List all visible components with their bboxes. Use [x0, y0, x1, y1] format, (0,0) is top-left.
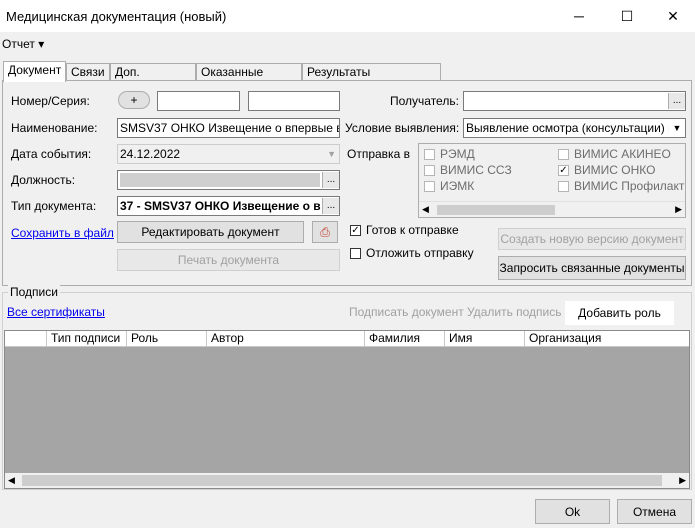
send-option-label: РЭМД: [440, 147, 475, 161]
document-tab-page: Номер/Серия: + Наименование: SMSV37 ОНКО…: [2, 80, 692, 286]
tab-services[interactable]: Оказанные услуги: [196, 63, 302, 96]
ok-button[interactable]: Ok: [535, 499, 610, 524]
tab-links[interactable]: Связи: [66, 63, 110, 80]
detection-condition-select[interactable]: Выявление осмотра (консультации) пац ▼: [463, 118, 686, 138]
send-option-checkbox[interactable]: ✓: [558, 164, 569, 176]
postpone-send-label: Отложить отправку: [366, 246, 474, 260]
send-option-checkbox[interactable]: [424, 180, 435, 192]
send-option-label: ВИМИС Профилактик: [574, 179, 686, 193]
scroll-left-icon[interactable]: ◀: [422, 204, 429, 215]
tab-registration-results[interactable]: Результаты регистрации: [302, 63, 441, 96]
scroll-left-icon[interactable]: ◀: [8, 475, 15, 486]
send-option-checkbox[interactable]: [558, 180, 569, 192]
event-date-field[interactable]: 24.12.2022 ▼: [117, 144, 340, 164]
send-option-vimis-prof[interactable]: ВИМИС Профилактик: [558, 179, 686, 193]
position-picker-button[interactable]: ...: [322, 172, 339, 188]
send-option-checkbox[interactable]: [558, 148, 569, 160]
dropdown-arrow-icon[interactable]: ▼: [327, 145, 336, 163]
send-option-label: ВИМИС ССЗ: [440, 163, 512, 177]
sign-document-button[interactable]: Подписать документ: [349, 305, 464, 319]
doctype-label: Тип документа:: [11, 199, 97, 213]
recipient-picker-button[interactable]: ...: [668, 93, 685, 109]
ready-to-send-checkbox[interactable]: ✓: [350, 224, 361, 236]
report-menu[interactable]: Отчет ▾: [2, 37, 44, 51]
position-field[interactable]: ...: [117, 170, 340, 190]
send-option-checkbox[interactable]: [424, 164, 435, 176]
table-horizontal-scrollbar[interactable]: ◀ ▶: [5, 473, 689, 488]
scrollbar-thumb[interactable]: [437, 205, 555, 215]
ready-to-send-checkbox-row[interactable]: ✓ Готов к отправке: [350, 223, 459, 237]
send-option-label: ИЭМК: [440, 179, 475, 193]
send-option-vimis-akineo[interactable]: ВИМИС АКИНЕО: [558, 147, 671, 161]
send-to-label: Отправка в: [347, 147, 410, 161]
signatures-table: Тип подписи Роль Автор Фамилия Имя Орган…: [4, 330, 690, 489]
postpone-send-checkbox-row[interactable]: Отложить отправку: [350, 246, 474, 260]
column-header-first-name[interactable]: Имя: [445, 331, 525, 346]
name-field[interactable]: SMSV37 ОНКО Извещение о впервые выяв: [117, 118, 340, 138]
signatures-group-label: Подписи: [8, 285, 60, 299]
scroll-right-icon[interactable]: ▶: [675, 204, 682, 215]
send-targets-list: РЭМД ВИМИС АКИНЕО ВИМИС ССЗ ✓ ВИМИС ОНКО…: [418, 143, 686, 218]
maximize-icon[interactable]: ☐: [605, 0, 649, 32]
event-date-value: 24.12.2022: [120, 147, 181, 161]
column-header-role[interactable]: Роль: [127, 331, 207, 346]
all-certificates-link[interactable]: Все сертификаты: [7, 305, 105, 319]
ready-to-send-label: Готов к отправке: [366, 223, 459, 237]
request-related-docs-button[interactable]: Запросить связанные документы: [498, 256, 686, 280]
scroll-right-icon[interactable]: ▶: [679, 475, 686, 486]
title-bar: Медицинская документация (новый) ─ ☐ ✕: [0, 0, 695, 32]
doctype-picker-button[interactable]: ...: [322, 198, 339, 214]
pdf-icon[interactable]: ⎙: [312, 221, 338, 243]
column-header-organization[interactable]: Организация: [525, 331, 689, 346]
cancel-button[interactable]: Отмена: [617, 499, 692, 524]
series-field[interactable]: [248, 91, 340, 111]
name-label: Наименование:: [11, 121, 98, 135]
tab-extra-attributes[interactable]: Доп. атрибуты: [110, 63, 196, 96]
send-option-label: ВИМИС ОНКО: [574, 163, 656, 177]
send-option-vimis-ssz[interactable]: ВИМИС ССЗ: [424, 163, 512, 177]
minimize-icon[interactable]: ─: [557, 0, 601, 32]
column-header-last-name[interactable]: Фамилия: [365, 331, 445, 346]
window-title: Медицинская документация (новый): [6, 9, 227, 24]
menu-bar: Отчет ▾: [0, 33, 695, 55]
doctype-value: 37 - SMSV37 ОНКО Извещение о в: [120, 199, 321, 213]
create-new-version-button[interactable]: Создать новую версию документ: [498, 228, 686, 250]
chevron-down-icon[interactable]: ▼: [669, 119, 685, 137]
add-number-button[interactable]: +: [118, 91, 150, 109]
column-header-sign-type[interactable]: Тип подписи: [47, 331, 127, 346]
event-date-label: Дата события:: [11, 147, 92, 161]
column-header-author[interactable]: Автор: [207, 331, 365, 346]
send-option-remd[interactable]: РЭМД: [424, 147, 475, 161]
horizontal-scrollbar[interactable]: ◀ ▶: [419, 201, 685, 217]
recipient-label: Получатель:: [390, 94, 459, 108]
delete-signature-button[interactable]: Удалить подпись: [467, 305, 562, 319]
number-series-label: Номер/Серия:: [11, 94, 90, 108]
tab-document[interactable]: Документ: [3, 61, 66, 82]
send-option-checkbox[interactable]: [424, 148, 435, 160]
scrollbar-thumb[interactable]: [22, 475, 662, 486]
position-label: Должность:: [11, 173, 76, 187]
save-to-file-link[interactable]: Сохранить в файл: [11, 226, 114, 240]
detection-condition-value: Выявление осмотра (консультации) пац: [466, 121, 686, 135]
print-document-button[interactable]: Печать документа: [117, 249, 340, 271]
redacted-value: [120, 173, 320, 187]
recipient-field[interactable]: ...: [463, 91, 686, 111]
doctype-field[interactable]: 37 - SMSV37 ОНКО Извещение о в ...: [117, 196, 340, 216]
send-option-label: ВИМИС АКИНЕО: [574, 147, 671, 161]
close-icon[interactable]: ✕: [651, 0, 695, 32]
add-role-button[interactable]: Добавить роль: [565, 301, 674, 325]
table-header: Тип подписи Роль Автор Фамилия Имя Орган…: [5, 331, 689, 347]
send-option-iemk[interactable]: ИЭМК: [424, 179, 474, 193]
postpone-send-checkbox[interactable]: [350, 247, 361, 259]
detection-condition-label: Условие выявления:: [345, 121, 460, 135]
row-selector-header: [5, 331, 47, 346]
edit-document-button[interactable]: Редактировать документ: [117, 221, 304, 243]
send-option-vimis-onko[interactable]: ✓ ВИМИС ОНКО: [558, 163, 655, 177]
number-field[interactable]: [157, 91, 240, 111]
